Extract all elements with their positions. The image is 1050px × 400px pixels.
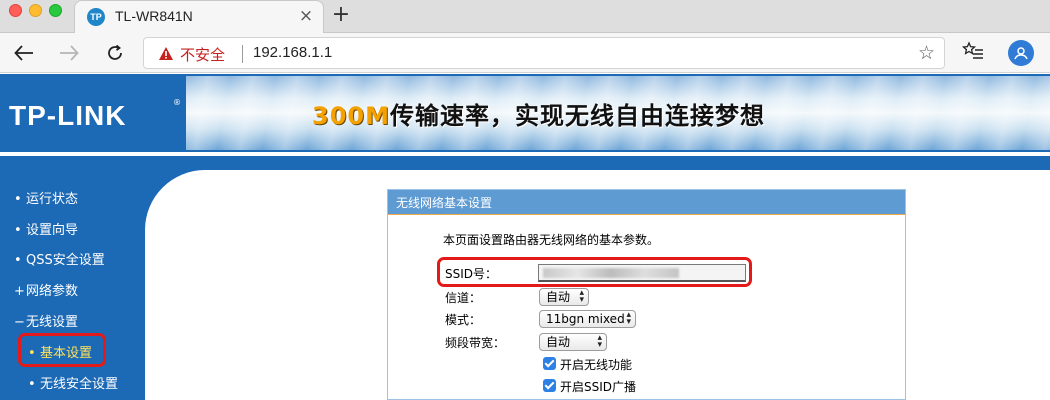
mode-select[interactable]: 11bgn mixed ▴ ▾	[539, 310, 636, 328]
menu-item-running-status[interactable]: • 运行状态	[14, 188, 78, 207]
bandwidth-label: 频段带宽：	[445, 336, 506, 350]
tp-link-favicon-icon: TP	[87, 8, 105, 26]
close-window-button[interactable]	[9, 4, 22, 17]
slogan-rest: 传输速率，实现无线自由连接梦想	[389, 102, 765, 130]
menu-item-qss-security[interactable]: • QSS安全设置	[14, 249, 105, 268]
select-arrows-icon: ▴ ▾	[597, 333, 602, 350]
panel-description: 本页面设置路由器无线网络的基本参数。	[443, 233, 660, 247]
wireless-basic-settings-panel: 无线网络基本设置 本页面设置路由器无线网络的基本参数。 SSID号： 信道： 自…	[387, 189, 906, 400]
menu-item-wireless-settings[interactable]: −无线设置	[14, 311, 78, 330]
sidebar-corner	[145, 170, 205, 230]
enable-wireless-label: 开启无线功能	[560, 358, 633, 372]
menu-item-setup-wizard[interactable]: • 设置向导	[14, 219, 78, 238]
tab-strip: TP TL-WR841N × +	[0, 0, 1050, 33]
banner-slogan: 300M传输速率，实现无线自由连接梦想	[312, 96, 765, 131]
router-banner: TP-LINK ® 300M传输速率，实现无线自由连接梦想	[0, 74, 1050, 152]
reload-icon[interactable]	[102, 40, 128, 66]
highlight-box-ssid	[437, 257, 752, 287]
ssid-broadcast-checkbox[interactable]	[543, 379, 556, 392]
profile-icon[interactable]	[1008, 40, 1034, 66]
browser-toolbar: 不安全 192.168.1.1 ☆	[0, 33, 1050, 73]
panel-title: 无线网络基本设置	[396, 196, 493, 210]
tp-link-logo: TP-LINK ®	[0, 74, 184, 152]
mode-label: 模式：	[445, 313, 482, 327]
close-tab-icon[interactable]: ×	[297, 7, 315, 25]
tab-title: TL-WR841N	[115, 8, 193, 24]
channel-select[interactable]: 自动 ▴ ▾	[539, 288, 589, 306]
logo-registered-mark: ®	[173, 98, 181, 107]
star-icon[interactable]: ☆	[918, 42, 935, 64]
back-arrow-icon[interactable]	[11, 40, 37, 66]
select-arrows-icon: ▴ ▾	[579, 288, 584, 305]
new-tab-button[interactable]: +	[330, 3, 352, 27]
address-separator	[242, 45, 243, 63]
logo-text: TP-LINK	[9, 100, 127, 131]
highlight-box-basic-settings	[18, 333, 106, 367]
panel-header: 无线网络基本设置	[388, 190, 905, 214]
favorites-icon[interactable]	[961, 41, 984, 67]
not-secure-label[interactable]: 不安全	[180, 44, 225, 65]
menu-item-network-params[interactable]: +网络参数	[14, 280, 78, 299]
banner-image: 300M传输速率，实现无线自由连接梦想	[186, 76, 1050, 150]
browser-tab[interactable]: TP TL-WR841N ×	[74, 0, 324, 33]
zoom-window-button[interactable]	[49, 4, 62, 17]
menu-subitem-wireless-security[interactable]: • 无线安全设置	[28, 373, 118, 392]
channel-label: 信道：	[445, 291, 482, 305]
enable-wireless-checkbox[interactable]	[543, 357, 556, 370]
panel-body: 本页面设置路由器无线网络的基本参数。 SSID号： 信道： 自动 ▴ ▾ 模式： 1…	[388, 214, 905, 400]
address-bar[interactable]: 不安全 192.168.1.1 ☆	[143, 37, 945, 69]
ssid-broadcast-label: 开启SSID广播	[560, 380, 637, 394]
url-text[interactable]: 192.168.1.1	[253, 44, 332, 61]
minimize-window-button[interactable]	[29, 4, 42, 17]
header-blue-strip	[0, 156, 1050, 170]
slogan-highlight: 300M	[312, 102, 390, 130]
forward-arrow-icon[interactable]	[56, 40, 82, 66]
select-arrows-icon: ▴ ▾	[626, 310, 631, 327]
warning-icon	[159, 47, 173, 60]
bandwidth-select[interactable]: 自动 ▴ ▾	[539, 333, 607, 351]
